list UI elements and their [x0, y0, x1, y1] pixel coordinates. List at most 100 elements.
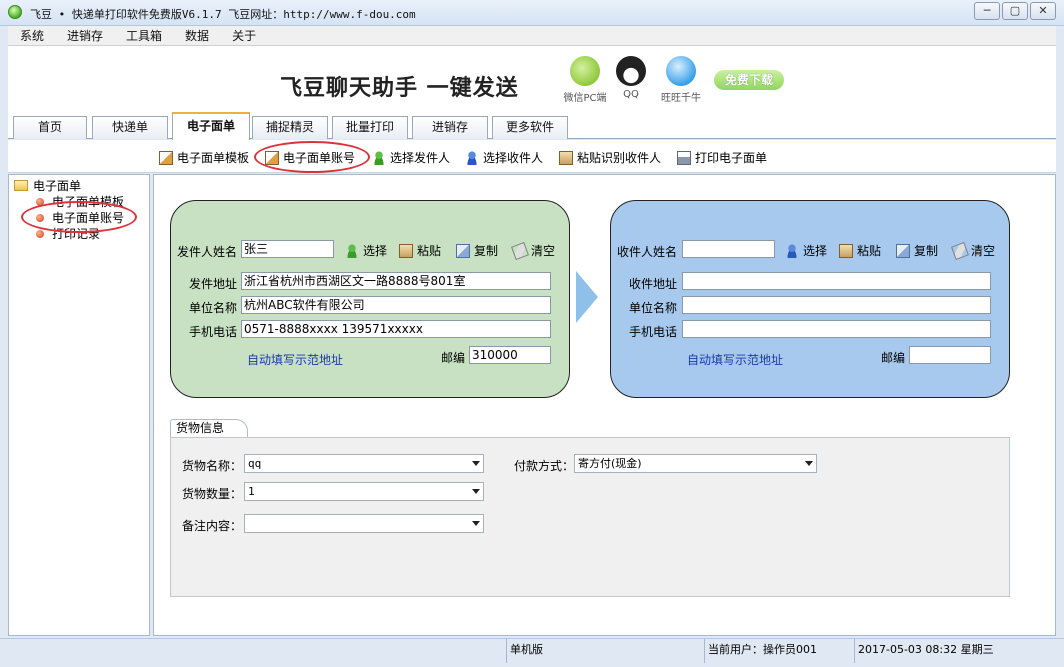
menu-toolbox[interactable]: 工具箱	[114, 27, 173, 44]
print-button[interactable]: 打印电子面单	[677, 149, 767, 166]
clipboard-icon	[559, 150, 573, 165]
sender-paste-label: 粘贴	[417, 244, 442, 258]
printer-icon	[677, 150, 691, 165]
receiver-paste-button[interactable]: 粘贴	[839, 242, 881, 259]
sender-phone-input[interactable]: 0571-8888xxxx 139571xxxxx	[241, 320, 551, 338]
title-bar: 飞豆 • 快递单打印软件免费版V6.1.7 飞豆网址：http://www.f-…	[0, 0, 1064, 26]
sender-select-button[interactable]: 选择	[345, 242, 387, 259]
choose-sender-button[interactable]: 选择发件人	[372, 149, 450, 166]
payment-select[interactable]: 寄方付(现金)	[574, 454, 817, 473]
receiver-clear-button[interactable]: 清空	[951, 241, 996, 260]
eraser-icon	[951, 241, 969, 260]
sender-address-input[interactable]: 浙江省杭州市西湖区文一路8888号801室	[241, 272, 551, 290]
banner-app-qq[interactable]: QQ	[616, 56, 646, 100]
receiver-name-label: 收件人姓名	[617, 245, 678, 259]
edit-doc-icon	[159, 150, 173, 165]
choose-receiver-button[interactable]: 选择收件人	[465, 149, 543, 166]
goods-name-select[interactable]: qq	[244, 454, 484, 473]
sender-autofill-link[interactable]: 自动填写示范地址	[247, 351, 343, 368]
sender-name-label: 发件人姓名	[177, 245, 238, 259]
tab-inventory[interactable]: 进销存	[412, 116, 488, 139]
sender-clear-label: 清空	[531, 244, 556, 258]
tab-capture[interactable]: 捕捉精灵	[252, 116, 328, 139]
banner-app-wangwang[interactable]: 旺旺千牛	[656, 56, 706, 104]
close-button[interactable]: ✕	[1030, 2, 1056, 20]
copy-icon	[456, 243, 470, 258]
folder-icon	[14, 180, 28, 191]
tree-root[interactable]: 电子面单	[14, 177, 81, 194]
choose-sender-label: 选择发件人	[390, 151, 451, 165]
sender-zip-input[interactable]: 310000	[469, 346, 551, 364]
sender-phone-label: 手机电话	[189, 325, 238, 339]
banner-app-label: 旺旺千牛	[661, 93, 701, 104]
sender-paste-button[interactable]: 粘贴	[399, 242, 441, 259]
receiver-company-input[interactable]	[682, 296, 991, 314]
receiver-company-label: 单位名称	[629, 301, 678, 315]
receiver-select-label: 选择	[803, 244, 828, 258]
tab-batch-print[interactable]: 批量打印	[332, 116, 408, 139]
tab-e-waybill[interactable]: 电子面单	[172, 112, 250, 140]
chevron-down-icon	[805, 461, 813, 466]
paste-recognize-button[interactable]: 粘贴识别收件人	[559, 149, 661, 166]
chevron-down-icon	[472, 489, 480, 494]
goods-note-select[interactable]	[244, 514, 484, 533]
chevron-down-icon	[472, 461, 480, 466]
tab-express[interactable]: 快递单	[92, 116, 168, 139]
receiver-copy-label: 复制	[914, 244, 939, 258]
menu-about[interactable]: 关于	[220, 27, 267, 44]
qq-penguin-icon	[616, 56, 646, 86]
annotation-ellipse	[254, 141, 370, 173]
arrow-right-icon	[576, 271, 598, 323]
receiver-address-input[interactable]	[682, 272, 991, 290]
sender-copy-label: 复制	[474, 244, 499, 258]
receiver-copy-button[interactable]: 复制	[896, 242, 938, 259]
status-empty	[8, 639, 506, 663]
free-download-button[interactable]: 免费下载	[714, 70, 784, 90]
sender-clear-button[interactable]: 清空	[511, 241, 556, 260]
receiver-address-label: 收件地址	[629, 277, 678, 291]
sender-copy-button[interactable]: 复制	[456, 242, 498, 259]
choose-receiver-label: 选择收件人	[483, 151, 544, 165]
tab-home[interactable]: 首页	[13, 116, 87, 139]
menu-bar: 系统 进销存 工具箱 数据 关于	[8, 26, 1056, 46]
menu-system[interactable]: 系统	[8, 27, 55, 44]
payment-label: 付款方式：	[514, 459, 575, 473]
sender-address-label: 发件地址	[189, 277, 238, 291]
receiver-zip-input[interactable]	[909, 346, 991, 364]
toolbar: 电子面单模板 电子面单账号 选择发件人 选择收件人 粘贴识别收件人 打印电子面单	[8, 140, 1056, 173]
menu-data[interactable]: 数据	[173, 27, 220, 44]
banner-title: 飞豆聊天助手 一键发送	[280, 76, 519, 101]
receiver-phone-input[interactable]	[682, 320, 991, 338]
goods-group: 货物名称： qq 货物数量： 1 备注内容： 付款方式： 寄方付(现金)	[170, 437, 1010, 597]
sender-panel: 发件人姓名 张三 选择 粘贴 复制 清空 发件地址 浙江省杭州市西湖区文一路88…	[170, 200, 570, 398]
maximize-button[interactable]: ▢	[1002, 2, 1028, 20]
receiver-select-button[interactable]: 选择	[785, 242, 827, 259]
goods-qty-select[interactable]: 1	[244, 482, 484, 501]
minimize-button[interactable]: ─	[974, 2, 1000, 20]
banner-app-label: 微信PC端	[563, 93, 607, 104]
template-label: 电子面单模板	[177, 151, 250, 165]
sender-name-input[interactable]: 张三	[241, 240, 334, 258]
wangwang-icon	[666, 56, 696, 86]
ad-banner[interactable]: 飞豆聊天助手 一键发送 微信PC端 QQ 旺旺千牛 免费下载	[8, 46, 1056, 112]
status-mode: 单机版	[506, 639, 702, 663]
bullet-icon	[36, 229, 44, 238]
status-datetime: 2017-05-03 08:32 星期三	[854, 639, 1056, 663]
receiver-clear-label: 清空	[971, 244, 996, 258]
window-title: 飞豆 • 快递单打印软件免费版V6.1.7 飞豆网址：http://www.f-…	[30, 8, 416, 21]
receiver-autofill-link[interactable]: 自动填写示范地址	[687, 351, 783, 368]
copy-icon	[896, 243, 910, 258]
user-blue-icon	[465, 150, 479, 165]
receiver-name-input[interactable]	[682, 240, 775, 258]
sender-select-label: 选择	[363, 244, 388, 258]
menu-inventory[interactable]: 进销存	[55, 27, 114, 44]
payment-value: 寄方付(现金)	[578, 457, 642, 470]
goods-name-value: qq	[248, 457, 262, 470]
sidebar-tree: 电子面单 电子面单模板 电子面单账号 打印记录	[8, 174, 150, 636]
banner-app-wechat[interactable]: 微信PC端	[560, 56, 610, 104]
sender-company-input[interactable]: 杭州ABC软件有限公司	[241, 296, 551, 314]
print-label: 打印电子面单	[695, 151, 768, 165]
receiver-panel: 收件人姓名 选择 粘贴 复制 清空 收件地址 单位名称 手机电话 自动填写示范地…	[610, 200, 1010, 398]
tab-more-software[interactable]: 更多软件	[492, 116, 568, 139]
template-button[interactable]: 电子面单模板	[159, 149, 249, 166]
